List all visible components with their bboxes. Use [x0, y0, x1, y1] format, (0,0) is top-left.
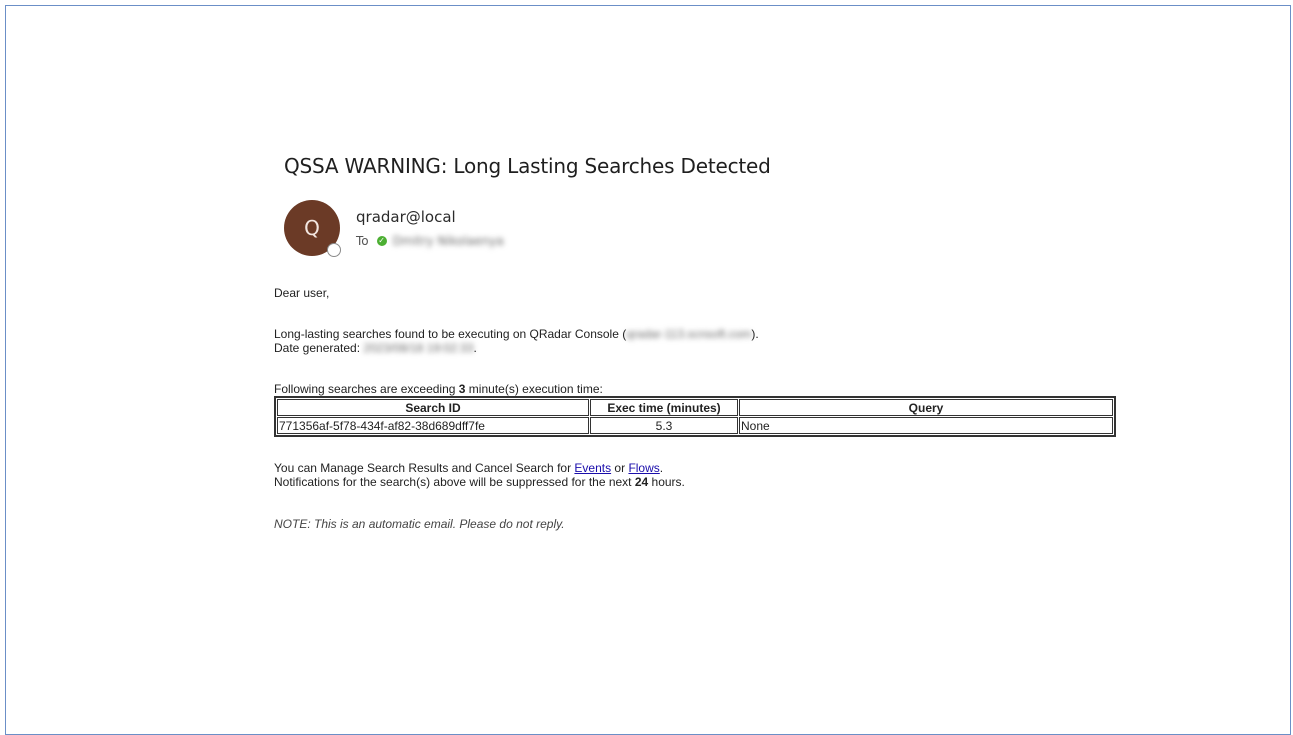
cell-exec-time: 5.3	[590, 417, 738, 434]
recipient-line: To ✓ Dmitry Nikolaenya	[356, 234, 504, 248]
sender-address[interactable]: qradar@local	[356, 208, 456, 226]
console-line: Long-lasting searches found to be execut…	[274, 327, 759, 341]
suppress-value: 24	[634, 475, 649, 489]
manage-line: You can Manage Search Results and Cancel…	[274, 461, 663, 475]
suppress-prefix: Notifications for the search(s) above wi…	[274, 475, 635, 489]
console-line-suffix: ).	[751, 327, 759, 341]
events-link[interactable]: Events	[574, 461, 611, 475]
recipient-name[interactable]: Dmitry Nikolaenya	[393, 234, 504, 248]
suppress-line: Notifications for the search(s) above wi…	[274, 475, 685, 489]
table-row: 771356af-5f78-434f-af82-38d689dff7fe 5.3…	[277, 417, 1113, 434]
exceeding-suffix: minute(s) execution time:	[465, 382, 603, 396]
presence-status-icon	[327, 243, 341, 257]
automatic-email-note: NOTE: This is an automatic email. Please…	[274, 517, 565, 531]
flows-link[interactable]: Flows	[628, 461, 659, 475]
manage-suffix: .	[659, 461, 664, 475]
searches-table: Search ID Exec time (minutes) Query 7713…	[274, 396, 1116, 437]
greeting: Dear user,	[274, 286, 330, 300]
email-reading-pane	[5, 5, 1291, 735]
console-hostname: qradar-113.scnsoft.com	[626, 327, 752, 341]
console-line-prefix: Long-lasting searches found to be execut…	[274, 327, 627, 341]
or-text: or	[611, 461, 629, 475]
exceeding-line: Following searches are exceeding 3 minut…	[274, 382, 603, 396]
email-subject: QSSA WARNING: Long Lasting Searches Dete…	[284, 154, 771, 178]
suppress-suffix: hours.	[648, 475, 685, 489]
header-search-id: Search ID	[277, 399, 589, 416]
date-line: Date generated: 2023/08/18 19:02:33.	[274, 341, 477, 355]
cell-query: None	[739, 417, 1113, 434]
date-suffix: .	[473, 341, 477, 355]
to-label: To	[356, 234, 369, 248]
table-header-row: Search ID Exec time (minutes) Query	[277, 399, 1113, 416]
date-label: Date generated:	[274, 341, 364, 355]
exceeding-prefix: Following searches are exceeding	[274, 382, 459, 396]
header-exec-time: Exec time (minutes)	[590, 399, 738, 416]
header-query: Query	[739, 399, 1113, 416]
manage-prefix: You can Manage Search Results and Cancel…	[274, 461, 575, 475]
date-value: 2023/08/18 19:02:33	[363, 341, 474, 355]
avatar-initial: Q	[304, 216, 320, 240]
cell-search-id: 771356af-5f78-434f-af82-38d689dff7fe	[277, 417, 589, 434]
available-check-icon: ✓	[376, 236, 387, 246]
